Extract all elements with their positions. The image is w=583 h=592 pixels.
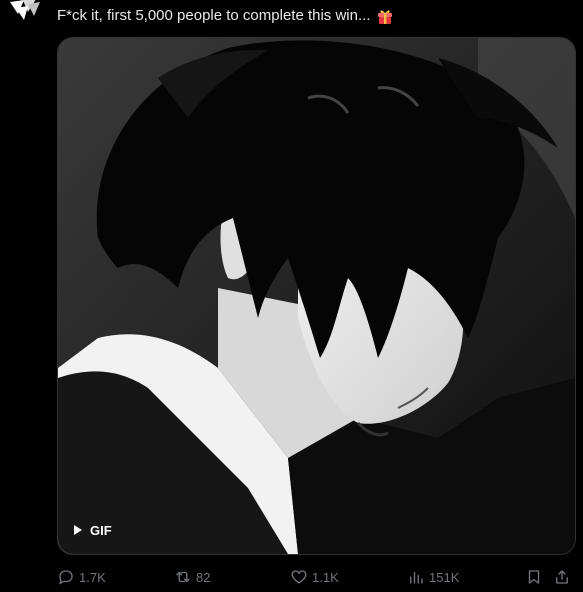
heart-icon	[291, 570, 307, 584]
action-bar: 1.7K 82 1.1K 151K	[57, 566, 577, 588]
repost-icon	[176, 571, 190, 583]
play-icon	[74, 525, 82, 535]
repost-button[interactable]: 82	[174, 566, 210, 588]
views-count: 151K	[429, 569, 460, 585]
gif-media[interactable]: GIF	[57, 37, 576, 555]
reply-button[interactable]: 1.7K	[57, 566, 106, 588]
tweet-text: F*ck it, first 5,000 people to complete …	[57, 6, 394, 26]
gif-badge[interactable]: GIF	[66, 518, 120, 542]
like-count: 1.1K	[312, 569, 339, 585]
views-icon	[410, 571, 423, 584]
bookmark-icon	[528, 570, 540, 584]
tweet-card[interactable]: F*ck it, first 5,000 people to complete …	[0, 0, 583, 592]
avatar[interactable]	[8, 0, 42, 22]
reply-icon	[59, 570, 73, 585]
views-button[interactable]: 151K	[407, 566, 459, 588]
gif-label: GIF	[90, 522, 112, 538]
repost-count: 82	[196, 569, 211, 585]
anime-character-image	[58, 38, 575, 554]
share-button[interactable]	[553, 566, 571, 588]
tweet-text-content: F*ck it, first 5,000 people to complete …	[57, 7, 371, 24]
bookmark-button[interactable]	[525, 566, 543, 588]
reply-count: 1.7K	[79, 569, 106, 585]
gift-icon	[378, 10, 393, 24]
like-button[interactable]: 1.1K	[290, 566, 339, 588]
share-icon	[556, 570, 568, 584]
